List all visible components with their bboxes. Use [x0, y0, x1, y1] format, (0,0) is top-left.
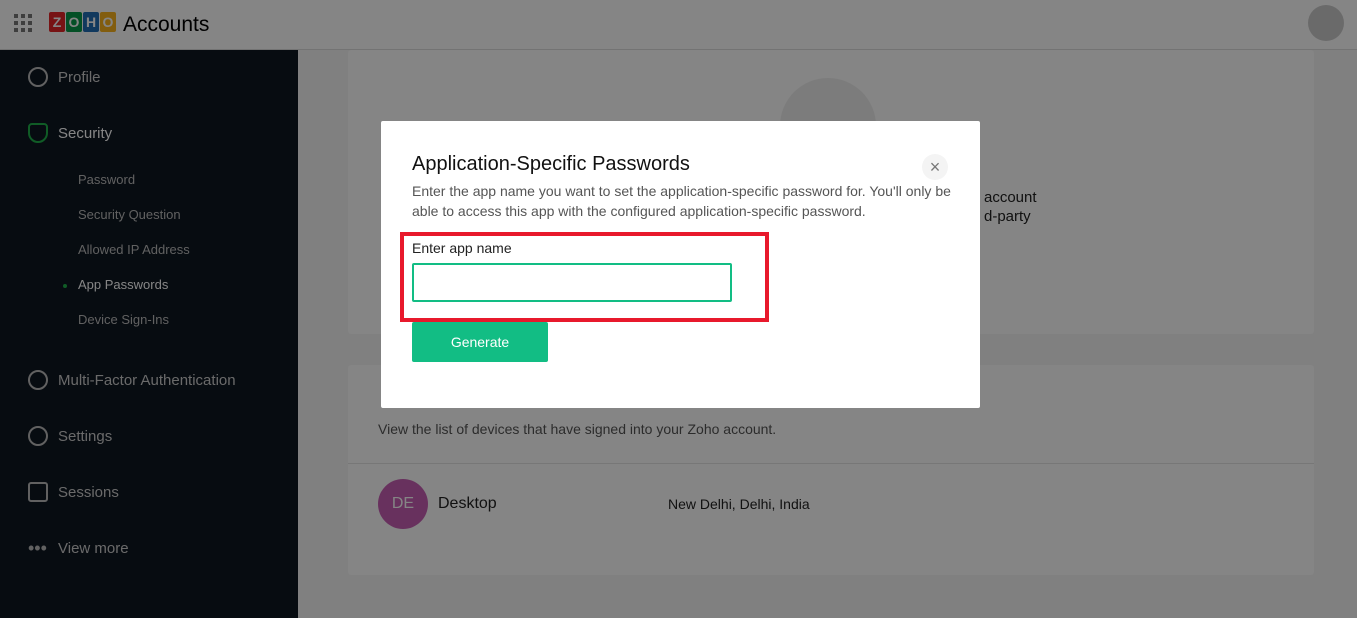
dialog-description: Enter the app name you want to set the a…: [412, 183, 951, 219]
app-password-dialog: Application-Specific Passwords × Enter t…: [381, 121, 980, 408]
close-icon[interactable]: ×: [922, 154, 948, 180]
app-name-label: Enter app name: [412, 240, 512, 256]
generate-button[interactable]: Generate: [412, 322, 548, 362]
app-name-input[interactable]: [412, 263, 732, 302]
dialog-title: Application-Specific Passwords: [412, 153, 690, 175]
